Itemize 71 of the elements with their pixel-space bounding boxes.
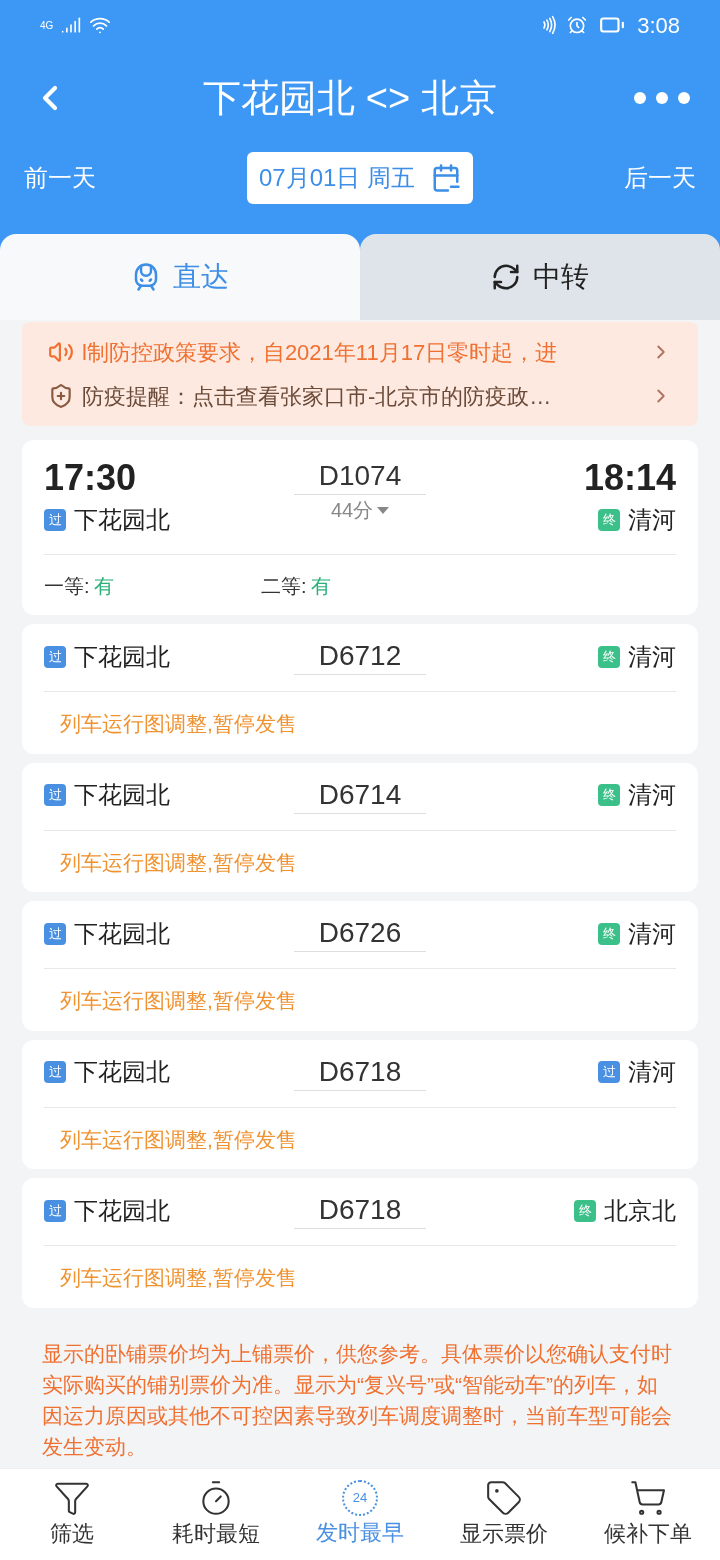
refresh-icon [491,262,521,292]
stop-tag: 过 [44,509,66,531]
station-name: 清河 [628,505,676,535]
suspension-message: 列车运行图调整,暂停发售 [60,712,297,735]
stop-tag: 过 [44,645,66,668]
train-number: D6718 [318,1193,402,1227]
notice-text: l制防控政策要求，自2021年11月17日零时起，进 [82,338,559,367]
signal-icon [61,15,82,35]
calendar-icon [431,163,462,193]
seat-availability: 有 [93,574,114,599]
stop-tag: 过 [598,1061,620,1083]
clock-time: 3:08 [637,11,680,40]
notice-text: 防疫提醒：点击查看张家口市-北京市的防疫政… [82,382,553,411]
train-number: D1074 [318,459,402,493]
train-number: D6712 [318,639,402,673]
train-card[interactable]: 过 下花园北 D6718 终 北京北 列车运行图调整,暂停发售 [22,1178,698,1308]
train-card[interactable]: 过 下花园北 D6718 过 清河 列车运行图调整,暂停发售 [22,1039,698,1169]
station-name: 清河 [628,1057,676,1087]
train-card[interactable]: 过 下花园北 D6712 终 清河 列车运行图调整,暂停发售 [22,624,698,754]
seat-class: 二等: [261,574,307,599]
station-name: 清河 [628,641,676,672]
station-name: 北京北 [604,1195,676,1226]
stop-tag: 过 [44,1199,66,1222]
depart-time: 17:30 [44,458,138,498]
disclaimer-text: 显示的卧铺票价均为上铺票价，供您参考。具体票价以您确认支付时实际购买的铺别票价为准。显示为“复兴号”或“智能动车”的列车，如因运力原因或其他不可控因素导致列车调度调整时，当前车型可能会发生变动。 [42,1340,673,1460]
train-number: D6714 [318,777,402,812]
station-name: 下花园北 [74,780,170,810]
caret-icon [377,506,390,514]
shield-icon [48,383,74,409]
stop-tag: 终 [598,509,620,531]
speaker-icon [48,339,74,365]
stop-tag: 终 [598,922,620,945]
station-name: 清河 [628,918,676,949]
train-number: D6718 [318,1054,402,1089]
seat-availability: 有 [310,574,331,599]
more-icon [634,92,690,104]
stop-tag: 终 [598,784,620,806]
train-card[interactable]: 17:30 过 下花园北 D1074 44分 18:14 终 清河 一等: 有 二等: 有 [22,440,698,615]
notice-row[interactable]: 防疫提醒：点击查看张家口市-北京市的防疫政… [48,374,672,418]
duration: 44分 [330,498,374,523]
stop-tag: 过 [44,784,66,806]
nav-item[interactable]: 筛选 [7,1479,137,1550]
arrive-time: 18:14 [583,458,676,498]
station-name: 清河 [628,780,676,810]
cart-icon [629,1479,667,1517]
alarm-icon [567,15,588,35]
train-card[interactable]: 过 下花园北 D6726 终 清河 列车运行图调整,暂停发售 [22,901,698,1031]
stop-tag: 终 [574,1199,596,1222]
station-name: 下花园北 [74,505,170,535]
suspension-message: 列车运行图调整,暂停发售 [60,989,297,1012]
tag-icon [485,1479,523,1517]
clock-icon: 24 [342,1480,378,1516]
stop-tag: 过 [44,922,66,945]
nav-item[interactable]: 显示票价 [439,1479,569,1550]
suspension-message: 列车运行图调整,暂停发售 [60,1127,297,1151]
station-name: 下花园北 [74,1057,170,1087]
route-title: 下花园北 <> 北京 [203,75,497,121]
tab[interactable]: 中转 [360,234,720,320]
stop-tag: 过 [44,1061,66,1083]
network-label: 4G [40,18,54,33]
stop-tag: 终 [598,645,620,668]
nav-item[interactable]: 耗时最短 [151,1479,281,1550]
seat-class: 一等: [44,574,90,599]
suspension-message: 列车运行图调整,暂停发售 [60,850,297,874]
suspension-message: 列车运行图调整,暂停发售 [60,1266,297,1289]
train-card[interactable]: 过 下花园北 D6714 终 清河 列车运行图调整,暂停发售 [22,762,698,892]
station-name: 下花园北 [74,918,170,949]
train-number: D6726 [318,916,402,950]
nav-item[interactable]: 候补下单 [583,1479,713,1550]
station-name: 下花园北 [74,1195,170,1226]
station-name: 下花园北 [74,641,170,672]
